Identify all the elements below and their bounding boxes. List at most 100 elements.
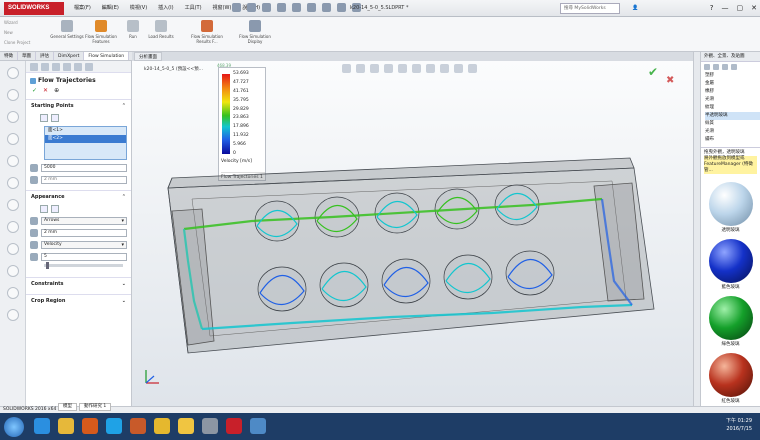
tool-icon[interactable] bbox=[6, 199, 19, 211]
tree-item[interactable]: 光滑 bbox=[705, 128, 760, 136]
config-icon[interactable] bbox=[52, 63, 60, 71]
flow-tree-icon[interactable] bbox=[85, 63, 93, 71]
tab-evaluate[interactable]: 評估 bbox=[36, 52, 54, 60]
ppt-icon[interactable] bbox=[130, 418, 146, 434]
tool-icon[interactable] bbox=[6, 177, 19, 189]
style-icon[interactable] bbox=[51, 205, 59, 213]
tool-icon[interactable] bbox=[6, 309, 19, 321]
select-icon[interactable] bbox=[322, 3, 331, 12]
ok-button[interactable]: ✓ bbox=[32, 87, 37, 94]
explorer-icon[interactable] bbox=[178, 418, 194, 434]
cancel-button[interactable]: ✕ bbox=[43, 87, 48, 94]
tree-item[interactable]: 金屬 bbox=[705, 80, 760, 88]
tab-dimxpert[interactable]: DimXpert bbox=[54, 52, 85, 60]
appearance-header[interactable]: Appearance ⌃ bbox=[26, 190, 131, 203]
print-icon[interactable] bbox=[292, 3, 301, 12]
help-icon[interactable]: ? bbox=[710, 3, 714, 13]
clear-glass-swatch[interactable] bbox=[708, 182, 753, 226]
list-item[interactable]: 面<2> bbox=[45, 135, 126, 143]
faces-list[interactable]: 面<1> 面<2> bbox=[44, 126, 127, 160]
tree-item[interactable]: 絲質 bbox=[705, 120, 760, 128]
constraints-header[interactable]: Constraints ⌄ bbox=[26, 277, 131, 290]
starting-points-header[interactable]: Starting Points ⌃ bbox=[26, 99, 131, 112]
tool-icon[interactable] bbox=[6, 265, 19, 277]
load-results-button[interactable]: Load Results bbox=[144, 20, 178, 39]
solidworks-logo[interactable]: SOLIDWORKS bbox=[4, 2, 64, 15]
pin-button[interactable]: ⊕ bbox=[54, 87, 59, 94]
spacing-field[interactable]: 2 mm bbox=[41, 176, 127, 184]
save-icon[interactable] bbox=[277, 3, 286, 12]
dimxpert-icon[interactable] bbox=[63, 63, 71, 71]
home-icon[interactable] bbox=[722, 64, 728, 70]
model-render[interactable] bbox=[132, 61, 693, 406]
tool-icon[interactable] bbox=[6, 67, 19, 79]
tree-item[interactable]: 繡布 bbox=[705, 136, 760, 144]
task-pane-tabs[interactable] bbox=[693, 52, 700, 406]
pick-face-icon[interactable] bbox=[40, 114, 48, 122]
red-glass-swatch[interactable] bbox=[708, 353, 753, 397]
property-icon[interactable] bbox=[41, 63, 49, 71]
count-field[interactable]: 5 bbox=[41, 253, 127, 261]
crop-region-header[interactable]: Crop Region ⌄ bbox=[26, 294, 131, 307]
tool-icon[interactable] bbox=[6, 221, 19, 233]
feature-tree-icon[interactable] bbox=[30, 63, 38, 71]
forward-icon[interactable] bbox=[713, 64, 719, 70]
tree-item[interactable]: 光滑 bbox=[705, 96, 760, 104]
menu-file[interactable]: 檔案(F) bbox=[72, 3, 93, 14]
count-slider[interactable] bbox=[44, 262, 123, 269]
menu-edit[interactable]: 編輯(E) bbox=[100, 3, 121, 14]
folder-icon[interactable] bbox=[58, 418, 74, 434]
tab-model[interactable]: 模型 bbox=[58, 403, 77, 411]
tree-item[interactable]: 塑膠 bbox=[705, 72, 760, 80]
home-icon[interactable] bbox=[232, 3, 241, 12]
menu-tools[interactable]: 工具(T) bbox=[183, 3, 204, 14]
new-icon[interactable] bbox=[247, 3, 256, 12]
tab-sketch[interactable]: 草圖 bbox=[18, 52, 36, 60]
general-settings-button[interactable]: General Settings bbox=[50, 20, 84, 39]
menu-view[interactable]: 檢視(V) bbox=[128, 3, 149, 14]
tab-analysis-view[interactable]: 分析畫面 bbox=[134, 52, 162, 61]
display-manager-icon[interactable] bbox=[74, 63, 82, 71]
system-clock[interactable]: 下午 01:29 2016/7/15 bbox=[726, 417, 752, 433]
tool-icon[interactable] bbox=[6, 287, 19, 299]
tree-item[interactable]: 紋理 bbox=[705, 104, 760, 112]
draw-as-select[interactable]: Arrows bbox=[41, 217, 127, 225]
rebuild-icon[interactable] bbox=[337, 3, 346, 12]
app-icon[interactable] bbox=[250, 418, 266, 434]
pick-point-icon[interactable] bbox=[51, 114, 59, 122]
style-icon[interactable] bbox=[40, 205, 48, 213]
graphics-viewport[interactable]: k20-14_5-0_5 (預設<<預... ✔ ✖ 468.39 53.693… bbox=[132, 61, 693, 406]
tree-item[interactable]: 橡膠 bbox=[705, 88, 760, 96]
tab-flow-simulation[interactable]: Flow Simulation bbox=[84, 52, 130, 60]
simulation-display-button[interactable]: Flow Simulation Display bbox=[238, 20, 272, 44]
new-project-button[interactable]: New bbox=[4, 30, 13, 35]
ie-icon[interactable] bbox=[34, 418, 50, 434]
open-icon[interactable] bbox=[262, 3, 271, 12]
menu-window[interactable]: 視窗(W) bbox=[211, 3, 234, 14]
solidworks-taskbar-icon[interactable] bbox=[226, 418, 242, 434]
results-features-button[interactable]: Flow Simulation Results F... bbox=[190, 20, 224, 44]
width-field[interactable]: 2 mm bbox=[41, 229, 127, 237]
tool-icon[interactable] bbox=[6, 111, 19, 123]
app-icon[interactable] bbox=[202, 418, 218, 434]
media-icon[interactable] bbox=[82, 418, 98, 434]
points-count-field[interactable]: 5000 bbox=[41, 164, 127, 172]
maximize-button[interactable]: ▢ bbox=[737, 3, 744, 13]
tool-icon[interactable] bbox=[6, 89, 19, 101]
undo-icon[interactable] bbox=[307, 3, 316, 12]
list-item[interactable]: 面<1> bbox=[45, 127, 126, 135]
back-icon[interactable] bbox=[704, 64, 710, 70]
blue-glass-swatch[interactable] bbox=[708, 239, 753, 283]
tool-icon[interactable] bbox=[6, 243, 19, 255]
tab-motion-study[interactable]: 動作研究 1 bbox=[79, 403, 112, 411]
refresh-icon[interactable] bbox=[731, 64, 737, 70]
user-icon[interactable]: 👤 bbox=[632, 3, 638, 14]
tree-item[interactable]: 半透明玻璃 bbox=[705, 112, 760, 120]
minimize-button[interactable]: — bbox=[722, 3, 729, 13]
close-button[interactable]: ✕ bbox=[751, 3, 757, 13]
clone-project-button[interactable]: Clone Project bbox=[4, 40, 30, 45]
tool-icon[interactable] bbox=[6, 133, 19, 145]
start-button[interactable] bbox=[4, 417, 24, 437]
slider-thumb[interactable] bbox=[46, 262, 49, 269]
tool-icon[interactable] bbox=[6, 155, 19, 167]
